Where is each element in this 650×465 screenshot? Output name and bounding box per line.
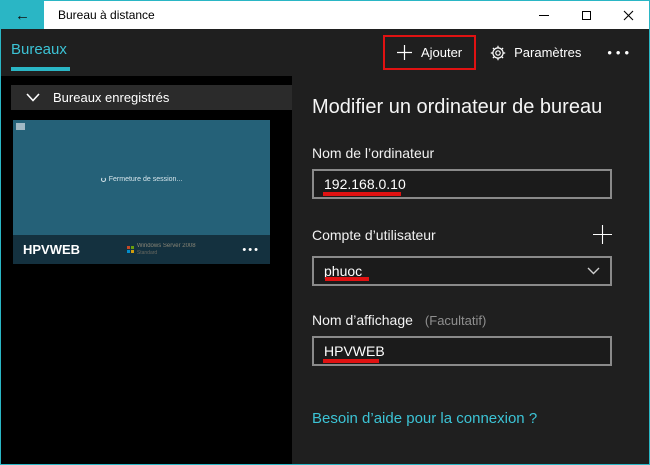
annotation-underline-computer-name bbox=[323, 192, 401, 196]
edit-desktop-panel: Modifier un ordinateur de bureau Nom de … bbox=[292, 76, 649, 464]
windows-server-logo: Windows Server 2008 Standard bbox=[127, 243, 196, 257]
minimize-icon bbox=[539, 15, 549, 16]
os-edition: Standard bbox=[137, 250, 196, 257]
user-account-dropdown[interactable]: phuoc bbox=[312, 256, 612, 286]
app-body: Bureaux Ajouter Paramètres ••• bbox=[1, 29, 649, 464]
toolbar-actions: Ajouter Paramètres ••• bbox=[383, 29, 649, 76]
mini-window-icon bbox=[16, 123, 25, 130]
desktop-name: HPVWEB bbox=[23, 242, 80, 257]
ellipsis-icon: ••• bbox=[607, 45, 633, 60]
saved-desktops-header[interactable]: Bureaux enregistrés bbox=[11, 85, 292, 110]
back-arrow-icon: ← bbox=[15, 7, 30, 24]
more-button[interactable]: ••• bbox=[591, 45, 639, 60]
chevron-down-icon bbox=[26, 93, 40, 102]
tile-more-button[interactable]: ••• bbox=[242, 244, 260, 256]
os-name: Windows Server 2008 bbox=[137, 243, 196, 249]
window-title: Bureau à distance bbox=[58, 8, 155, 22]
maximize-button[interactable] bbox=[565, 1, 607, 29]
windows-flag-icon bbox=[127, 246, 134, 253]
desktops-panel: Bureaux enregistrés Fermeture de session… bbox=[1, 76, 292, 464]
back-button[interactable]: ← bbox=[1, 1, 44, 29]
minimize-button[interactable] bbox=[523, 1, 565, 29]
desktop-tile[interactable]: Fermeture de session... HPVWEB Windows S… bbox=[13, 120, 270, 264]
maximize-icon bbox=[582, 11, 591, 20]
titlebar: ← Bureau à distance bbox=[1, 1, 649, 29]
tab-active-indicator bbox=[11, 67, 70, 71]
annotation-underline-display-name bbox=[323, 359, 379, 363]
close-icon bbox=[623, 10, 634, 21]
settings-button[interactable]: Paramètres bbox=[480, 45, 591, 61]
display-name-label: Nom d’affichage bbox=[312, 312, 413, 328]
spinner-icon bbox=[101, 177, 106, 182]
annotation-underline-user-account bbox=[325, 277, 369, 281]
page-title: Modifier un ordinateur de bureau bbox=[312, 96, 649, 119]
user-account-label: Compte d’utilisateur bbox=[312, 227, 436, 243]
add-desktop-button[interactable]: Ajouter bbox=[383, 35, 476, 70]
display-name-field bbox=[312, 336, 612, 366]
display-name-row: Nom d’affichage (Facultatif) bbox=[312, 312, 612, 328]
add-account-plus-icon bbox=[593, 225, 612, 244]
tab-bureaux-label: Bureaux bbox=[11, 41, 67, 58]
help-link[interactable]: Besoin d’aide pour la connexion ? bbox=[312, 410, 537, 427]
app-window: ← Bureau à distance Bureaux Ajo bbox=[0, 0, 650, 465]
toolbar: Bureaux Ajouter Paramètres ••• bbox=[1, 29, 649, 76]
desktop-tile-bar: HPVWEB Windows Server 2008 Standard ••• bbox=[13, 235, 270, 264]
session-status: Fermeture de session... bbox=[13, 176, 270, 183]
tab-bureaux[interactable]: Bureaux bbox=[11, 29, 67, 76]
gear-icon bbox=[490, 45, 506, 61]
plus-icon bbox=[397, 45, 412, 60]
display-name-optional: (Facultatif) bbox=[425, 313, 486, 328]
main-content: Bureaux enregistrés Fermeture de session… bbox=[1, 76, 649, 464]
saved-desktops-label: Bureaux enregistrés bbox=[53, 90, 169, 105]
computer-name-label: Nom de l’ordinateur bbox=[312, 145, 649, 161]
add-desktop-label: Ajouter bbox=[421, 45, 462, 60]
desktop-preview: Fermeture de session... bbox=[13, 120, 270, 235]
settings-label: Paramètres bbox=[514, 45, 581, 60]
close-button[interactable] bbox=[607, 1, 649, 29]
window-controls bbox=[523, 1, 649, 29]
add-account-button[interactable] bbox=[593, 225, 612, 244]
dropdown-chevron-icon bbox=[587, 267, 600, 275]
computer-name-field bbox=[312, 169, 612, 199]
user-account-row: Compte d’utilisateur bbox=[312, 225, 612, 244]
session-status-text: Fermeture de session... bbox=[109, 176, 183, 183]
